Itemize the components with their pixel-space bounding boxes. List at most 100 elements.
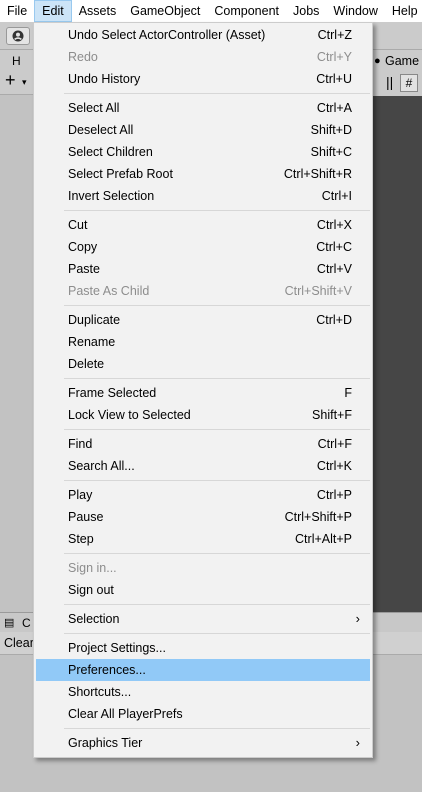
menu-item-shortcut: Shift+F [312,408,352,422]
account-button[interactable] [6,27,30,45]
menu-item-sign-out[interactable]: Sign out [36,579,370,601]
menu-window[interactable]: Window [326,0,384,22]
menu-item-label: Graphics Tier [68,736,143,750]
menu-item-label: Play [68,488,93,502]
edit-menu-dropdown: Undo Select ActorController (Asset) Ctrl+… [33,22,373,758]
menu-item-shortcut: Ctrl+Y [316,50,352,64]
menu-separator [64,93,370,94]
menu-item-label: Lock View to Selected [68,408,191,422]
menu-item-lock-view-to-selected[interactable]: Lock View to Selected Shift+F [36,404,370,426]
menu-item-undo-select-actorcontroller-asset[interactable]: Undo Select ActorController (Asset) Ctrl+… [36,24,370,46]
menu-item-label: Select All [68,101,120,115]
menu-jobs[interactable]: Jobs [286,0,326,22]
menu-item-shortcut: Ctrl+Shift+P [284,510,352,524]
menu-item-label: Sign out [68,583,114,597]
menu-item-label: Deselect All [68,123,134,137]
menu-item-selection[interactable]: Selection › [36,608,370,630]
menu-item-play[interactable]: Play Ctrl+P [36,484,370,506]
menu-item-paste[interactable]: Paste Ctrl+V [36,258,370,280]
menu-item-label: Search All... [68,459,135,473]
menu-item-label: Shortcuts... [68,685,132,699]
menu-item-preferences[interactable]: Preferences... [36,659,370,681]
menu-item-label: Copy [68,240,98,254]
menu-item-undo-history[interactable]: Undo History Ctrl+U [36,68,370,90]
stats-bars-icon[interactable]: || [386,74,393,90]
menu-bar: File Edit Assets GameObject Component Jo… [0,0,422,22]
menu-item-label: Redo [68,50,98,64]
menu-item-label: Duplicate [68,313,121,327]
tab-game[interactable]: ● Game [370,50,422,72]
chevron-down-icon[interactable]: ▾ [22,77,27,88]
menu-separator [64,480,370,481]
menu-item-select-prefab-root[interactable]: Select Prefab Root Ctrl+Shift+R [36,163,370,185]
menu-item-label: Frame Selected [68,386,157,400]
menu-item-pause[interactable]: Pause Ctrl+Shift+P [36,506,370,528]
menu-item-label: Undo History [68,72,141,86]
menu-item-label: Undo Select ActorController (Asset) [68,28,266,42]
menu-separator [64,728,370,729]
grid-icon[interactable]: # [400,74,418,92]
menu-item-shortcut: Ctrl+C [316,240,352,254]
menu-item-label: Sign in... [68,561,117,575]
hierarchy-tab-label: H [12,54,21,68]
menu-item-frame-selected[interactable]: Frame Selected F [36,382,370,404]
menu-item-shortcut: Ctrl+I [321,189,352,203]
menu-file[interactable]: File [0,0,34,22]
console-icon: ▤ [4,617,15,629]
menu-item-select-children[interactable]: Select Children Shift+C [36,141,370,163]
console-tab-label: C [22,616,31,630]
menu-item-label: Clear All PlayerPrefs [68,707,183,721]
menu-item-shortcut: Ctrl+K [316,459,352,473]
menu-item-shortcut: Ctrl+U [316,72,352,86]
menu-item-label: Cut [68,218,88,232]
menu-separator [64,210,370,211]
menu-item-shortcuts[interactable]: Shortcuts... [36,681,370,703]
menu-item-sign-in: Sign in... [36,557,370,579]
menu-item-search-all[interactable]: Search All... Ctrl+K [36,455,370,477]
menu-edit[interactable]: Edit [34,0,72,22]
menu-item-shortcut: Shift+D [310,123,352,137]
menu-item-redo: Redo Ctrl+Y [36,46,370,68]
menu-item-copy[interactable]: Copy Ctrl+C [36,236,370,258]
menu-component[interactable]: Component [207,0,286,22]
account-icon [12,30,24,42]
menu-item-shortcut: Ctrl+A [316,101,352,115]
game-toolbar: || # [370,72,422,97]
menu-item-shortcut: Ctrl+Shift+V [284,284,352,298]
menu-item-label: Step [68,532,94,546]
menu-item-select-all[interactable]: Select All Ctrl+A [36,97,370,119]
menu-separator [64,553,370,554]
menu-item-clear-all-playerprefs[interactable]: Clear All PlayerPrefs [36,703,370,725]
menu-item-shortcut: Ctrl+P [316,488,352,502]
menu-item-cut[interactable]: Cut Ctrl+X [36,214,370,236]
menu-item-label: Selection [68,612,120,626]
menu-gameobject[interactable]: GameObject [123,0,207,22]
menu-item-duplicate[interactable]: Duplicate Ctrl+D [36,309,370,331]
menu-separator [64,633,370,634]
menu-help[interactable]: Help [385,0,422,22]
menu-item-label: Paste [68,262,100,276]
add-icon[interactable]: + [5,70,16,91]
menu-item-rename[interactable]: Rename [36,331,370,353]
menu-item-delete[interactable]: Delete [36,353,370,375]
menu-item-shortcut: F [344,386,352,400]
menu-item-step[interactable]: Step Ctrl+Alt+P [36,528,370,550]
menu-item-deselect-all[interactable]: Deselect All Shift+D [36,119,370,141]
menu-item-label: Project Settings... [68,641,166,655]
menu-item-label: Select Children [68,145,153,159]
menu-item-label: Preferences... [68,663,146,677]
menu-item-find[interactable]: Find Ctrl+F [36,433,370,455]
menu-item-label: Find [68,437,93,451]
chevron-right-icon: › [355,735,360,750]
menu-item-shortcut: Ctrl+F [317,437,352,451]
menu-separator [64,429,370,430]
chevron-right-icon: › [355,611,360,626]
menu-assets[interactable]: Assets [72,0,124,22]
menu-item-label: Select Prefab Root [68,167,173,181]
menu-item-invert-selection[interactable]: Invert Selection Ctrl+I [36,185,370,207]
clear-button[interactable]: Clear [4,632,34,654]
game-icon: ● [374,55,381,67]
menu-item-shortcut: Ctrl+V [316,262,352,276]
menu-item-graphics-tier[interactable]: Graphics Tier › [36,732,370,754]
menu-item-project-settings[interactable]: Project Settings... [36,637,370,659]
